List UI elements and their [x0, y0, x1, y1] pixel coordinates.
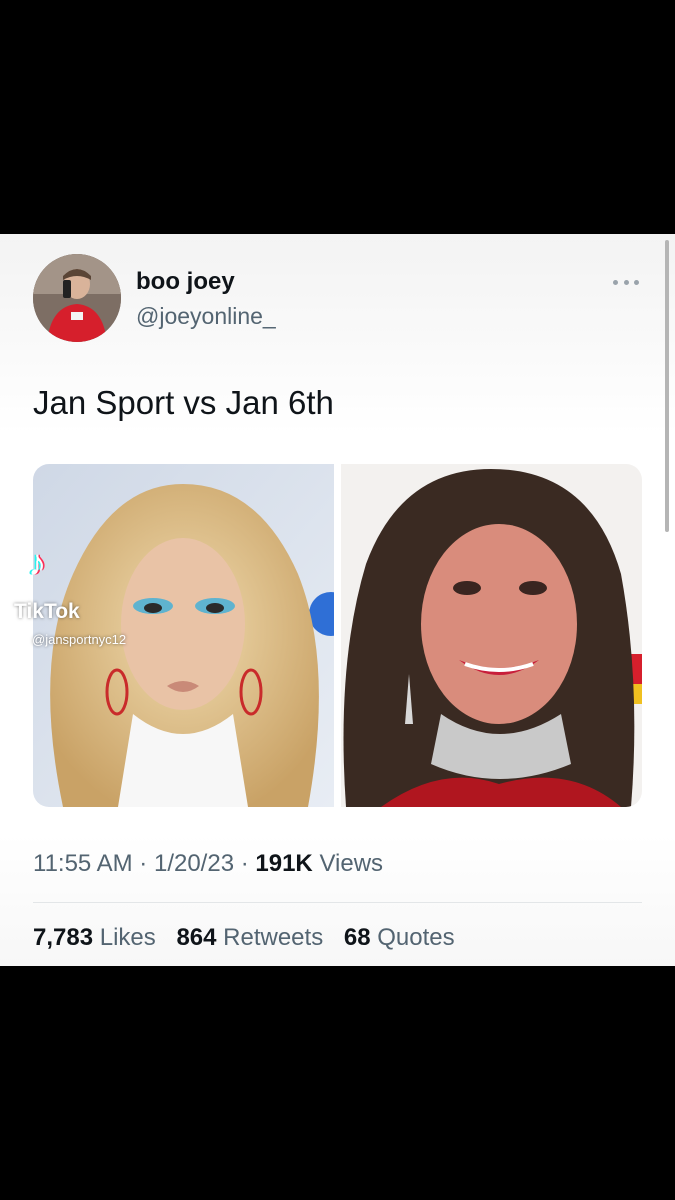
- more-dot: [623, 279, 629, 285]
- tiktok-watermark: ♪ TikTok @jansportnyc12: [14, 542, 184, 652]
- more-dot: [613, 279, 618, 285]
- tweet-card: boo joey @joeyonline_ Jan Sport vs Jan 6…: [0, 234, 675, 966]
- tweet-date[interactable]: 1/20/23: [154, 850, 234, 877]
- tweet-stats: 7,783 Likes 864 Retweets 68 Quotes: [33, 924, 469, 952]
- quotes-count: 68: [343, 924, 371, 951]
- more-dot: [634, 279, 639, 285]
- media-image-right[interactable]: [341, 464, 642, 807]
- tiktok-username: @jansportnyc12: [32, 632, 127, 647]
- likes-label: Likes: [99, 924, 156, 951]
- tiktok-brand-text: TikTok: [14, 600, 80, 623]
- tiktok-logo-icon: ♪: [28, 542, 46, 583]
- retweets-stat[interactable]: 864 Retweets: [176, 924, 329, 951]
- likes-stat[interactable]: 7,783 Likes: [33, 924, 162, 951]
- quotes-label: Quotes: [377, 924, 455, 951]
- meta-separator: ·: [139, 850, 148, 877]
- retweets-count: 864: [176, 924, 217, 951]
- more-horizontal-icon[interactable]: [613, 272, 639, 292]
- avatar[interactable]: [33, 254, 121, 342]
- quotes-stat[interactable]: 68 Quotes: [344, 924, 455, 951]
- divider: [33, 902, 642, 903]
- scrollbar[interactable]: [665, 240, 669, 532]
- avatar-image: [33, 254, 121, 342]
- author-name[interactable]: boo joey: [136, 268, 235, 296]
- meta-separator: ·: [240, 850, 249, 877]
- tweet-time[interactable]: 11:55 AM: [33, 850, 133, 877]
- likes-count: 7,783: [33, 924, 94, 951]
- tweet-text: Jan Sport vs Jan 6th: [33, 384, 334, 421]
- video-frame: boo joey @joeyonline_ Jan Sport vs Jan 6…: [0, 0, 675, 1200]
- woman-portrait-image: [341, 464, 642, 807]
- tweet-meta: 11:55 AM · 1/20/23 · 191K Views: [33, 850, 383, 878]
- retweets-label: Retweets: [223, 924, 324, 951]
- author-handle[interactable]: @joeyonline_: [136, 303, 276, 330]
- views-label: Views: [319, 850, 384, 877]
- views-count: 191K: [255, 850, 313, 877]
